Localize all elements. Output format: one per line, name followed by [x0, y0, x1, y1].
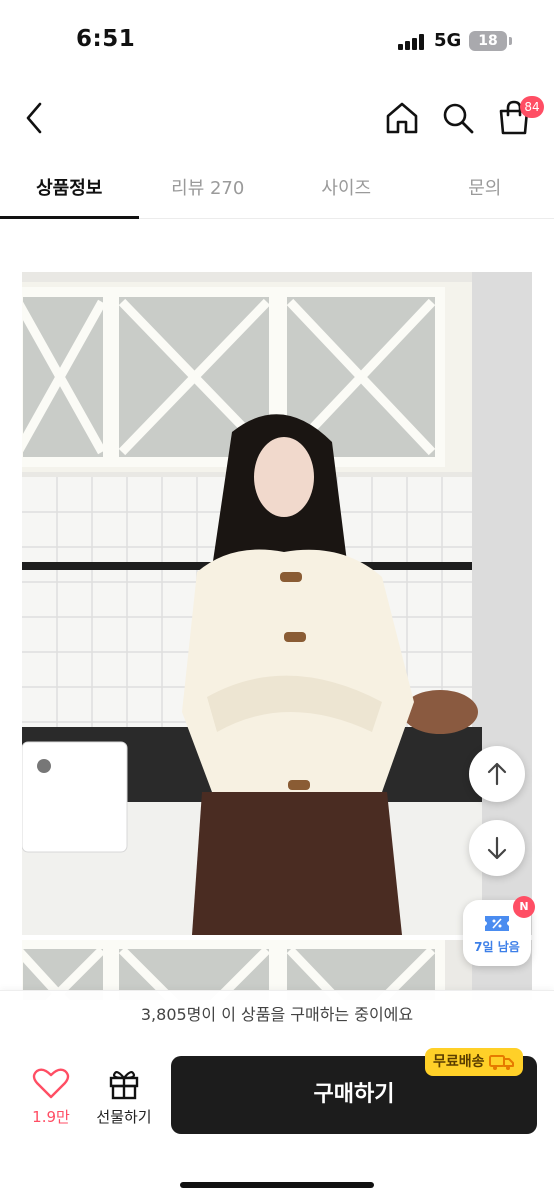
tab-size[interactable]: 사이즈: [277, 164, 416, 218]
header: [0, 84, 554, 154]
network-label: 5G: [434, 30, 462, 51]
back-button[interactable]: [16, 98, 56, 138]
free-shipping-badge: 무료배송: [425, 1048, 523, 1076]
search-button[interactable]: [438, 98, 478, 138]
new-badge: N: [513, 896, 535, 918]
home-button[interactable]: [382, 98, 422, 138]
scroll-up-button[interactable]: [469, 746, 525, 802]
battery-cap: [509, 37, 512, 45]
arrow-up-icon: [487, 762, 507, 786]
buying-count-banner: 3,805명이 이 상품을 구매하는 중이에요: [0, 990, 554, 1038]
gift-label: 선물하기: [96, 1108, 152, 1126]
product-tabs: 상품정보 리뷰 270 사이즈 문의: [0, 164, 554, 219]
like-button[interactable]: 1.9만: [22, 1066, 80, 1134]
truck-icon: [488, 1055, 514, 1070]
battery-level: 18: [478, 33, 498, 49]
coupon-label: 7일 남음: [474, 940, 520, 954]
gift-button[interactable]: 선물하기: [90, 1066, 158, 1134]
chevron-left-icon: [26, 102, 42, 134]
status-bar: 6:51 5G 18: [0, 0, 554, 84]
heart-icon: [32, 1068, 70, 1099]
tab-inquiry[interactable]: 문의: [416, 164, 554, 218]
home-indicator: [180, 1182, 374, 1188]
tab-reviews[interactable]: 리뷰 270: [139, 164, 278, 218]
search-icon: [443, 103, 474, 134]
product-photo: [22, 272, 532, 935]
status-time: 6:51: [76, 26, 136, 52]
battery-icon: 18: [469, 31, 507, 51]
free-shipping-label: 무료배송: [433, 1054, 485, 1070]
arrow-down-icon: [487, 836, 507, 860]
cart-count-badge: 84: [520, 96, 544, 118]
signal-icon: [398, 34, 426, 50]
tab-product-info[interactable]: 상품정보: [0, 164, 139, 219]
like-count: 1.9만: [32, 1108, 70, 1126]
home-icon: [386, 102, 418, 134]
scroll-down-button[interactable]: [469, 820, 525, 876]
gift-icon: [109, 1071, 139, 1100]
